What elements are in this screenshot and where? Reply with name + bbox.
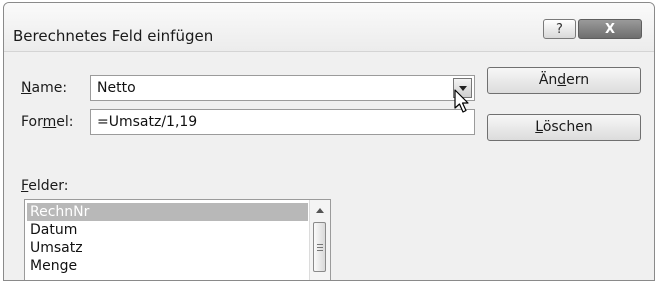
list-item[interactable]: Umsatz bbox=[27, 239, 308, 257]
list-item[interactable]: Datum bbox=[27, 221, 308, 239]
mouse-pointer-icon bbox=[454, 89, 469, 113]
scrollbar[interactable] bbox=[309, 200, 330, 280]
insert-calculated-field-dialog: Berechnetes Feld einfügen ? X Name: Nett… bbox=[3, 2, 655, 281]
delete-button[interactable]: Löschen bbox=[487, 114, 641, 141]
fields-listbox[interactable]: RechnNr Datum Umsatz Menge bbox=[24, 199, 331, 280]
name-label: Name: bbox=[21, 80, 68, 96]
formula-value: =Umsatz/1,19 bbox=[97, 114, 198, 130]
scroll-up-icon[interactable] bbox=[316, 208, 324, 213]
name-combobox[interactable]: Netto bbox=[90, 75, 475, 101]
change-button[interactable]: Ändern bbox=[487, 67, 641, 94]
formula-input[interactable]: =Umsatz/1,19 bbox=[90, 109, 475, 135]
fields-label: Felder: bbox=[21, 178, 69, 194]
formula-label: Formel: bbox=[21, 114, 74, 130]
scroll-thumb[interactable] bbox=[313, 222, 326, 272]
help-button[interactable]: ? bbox=[543, 19, 576, 39]
close-icon: X bbox=[604, 22, 616, 37]
dialog-title: Berechnetes Feld einfügen bbox=[13, 27, 214, 45]
close-button[interactable]: X bbox=[578, 19, 642, 39]
list-item[interactable]: RechnNr bbox=[27, 203, 308, 221]
question-mark-icon: ? bbox=[556, 22, 563, 37]
title-bar: Berechnetes Feld einfügen ? X bbox=[4, 3, 654, 52]
list-item[interactable]: Menge bbox=[27, 257, 308, 275]
name-input[interactable]: Netto bbox=[97, 80, 136, 96]
